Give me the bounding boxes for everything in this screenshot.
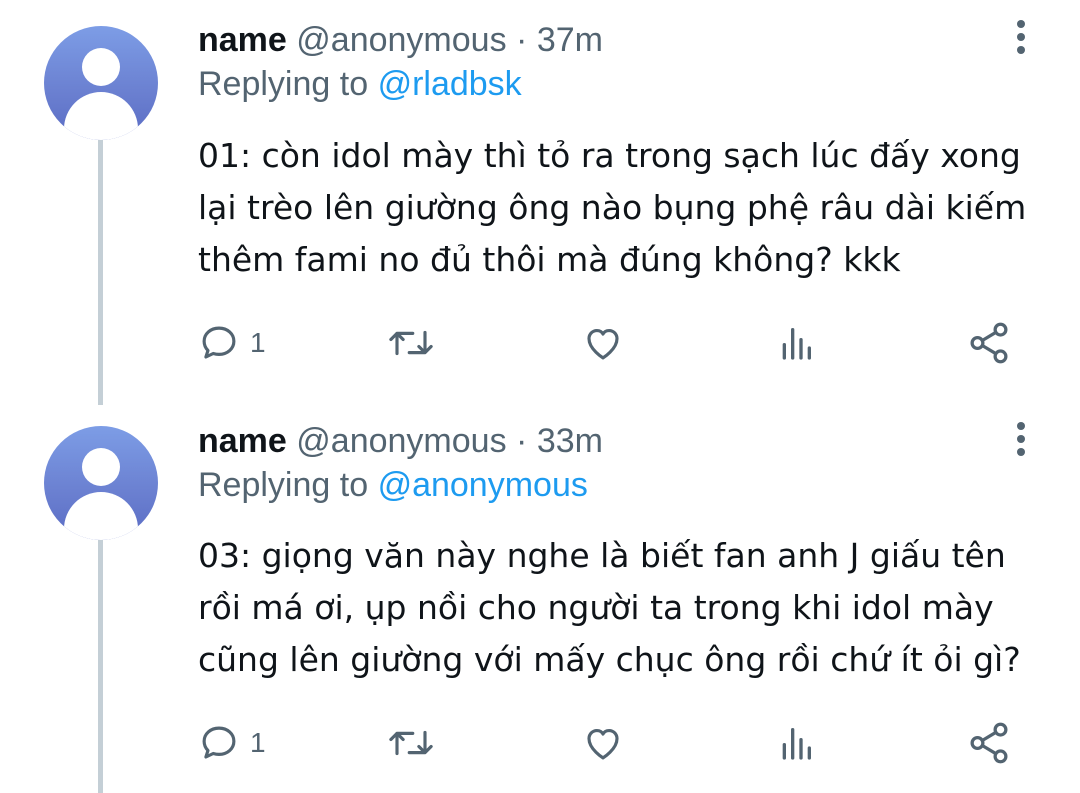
- replying-to-label: Replying to: [198, 466, 369, 504]
- reply-count: 1: [250, 727, 266, 758]
- display-name[interactable]: name: [198, 422, 287, 460]
- stats-button[interactable]: [776, 718, 816, 768]
- reply-button[interactable]: 1: [198, 718, 266, 768]
- replying-to-mention[interactable]: @anonymous: [378, 466, 588, 504]
- comment-icon: [202, 726, 236, 759]
- tweet-actions: 1: [0, 718, 1080, 768]
- replying-to: Replying to @anonymous: [198, 465, 588, 505]
- retweet-button[interactable]: [386, 718, 436, 768]
- timestamp[interactable]: 33m: [537, 422, 603, 460]
- avatar[interactable]: [44, 426, 158, 540]
- like-button[interactable]: [580, 718, 626, 768]
- avatar-body-shape: [64, 492, 138, 540]
- more-vertical-icon[interactable]: [1012, 418, 1030, 462]
- heart-icon: [587, 729, 619, 760]
- bar-chart-icon: [782, 728, 811, 760]
- share-button[interactable]: [966, 718, 1012, 768]
- tweet-text: 03: giọng văn này nghe là biết fan anh J…: [198, 536, 1021, 679]
- share-icon: [970, 722, 1008, 764]
- separator: ·: [516, 422, 528, 460]
- tweet[interactable]: name @anonymous · 33m Replying to @anony…: [0, 0, 1080, 793]
- avatar-head-shape: [82, 448, 120, 486]
- user-handle[interactable]: @anonymous: [296, 422, 506, 460]
- retweet-icon: [389, 730, 433, 756]
- tweet-header: name @anonymous · 33m: [198, 421, 603, 461]
